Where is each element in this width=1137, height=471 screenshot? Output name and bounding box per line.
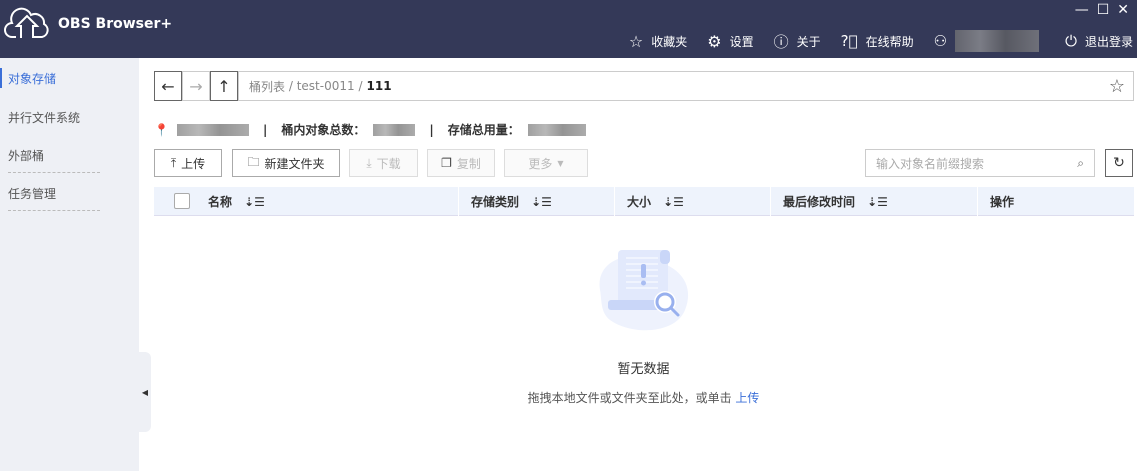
about-button[interactable]: ⓘ 关于	[774, 31, 821, 52]
empty-document-search-icon	[599, 250, 689, 331]
caret-down-icon: ▼	[557, 158, 564, 168]
sidebar-item-task-management[interactable]: 任务管理	[8, 185, 56, 202]
favorites-label: 收藏夹	[651, 34, 688, 49]
breadcrumb: 桶列表 / test-0011 /111 ☆	[238, 71, 1134, 101]
column-name[interactable]: 名称 ⇣☰	[196, 187, 458, 216]
sidebar-item-external-bucket[interactable]: 外部桶	[8, 147, 44, 164]
sort-icon[interactable]: ⇣☰	[531, 195, 552, 209]
breadcrumb-bucket[interactable]: test-0011	[297, 79, 355, 93]
location-pin-icon: 📍	[154, 122, 169, 137]
storage-usage-redacted	[527, 123, 586, 136]
search-input[interactable]: 输入对象名前缀搜索 ⌕	[865, 149, 1095, 177]
table-header: 名称 ⇣☰ 存储类别 ⇣☰ 大小 ⇣☰ 最后修改时间 ⇣☰ 操作	[154, 187, 1134, 216]
column-label: 操作	[990, 195, 1015, 209]
info-icon: ⓘ	[773, 32, 789, 51]
download-button[interactable]: ⤓ 下载	[349, 149, 418, 177]
forward-button[interactable]: →	[182, 71, 210, 101]
back-button[interactable]: ←	[154, 71, 182, 101]
sort-icon[interactable]: ⇣☰	[867, 195, 888, 209]
more-dropdown[interactable]: 更多 ▼	[504, 149, 588, 177]
upload-link[interactable]: 上传	[735, 391, 759, 405]
app-title: OBS Browser+	[58, 16, 173, 32]
sidebar-item-parallel-fs[interactable]: 并行文件系统	[8, 109, 80, 126]
sort-icon[interactable]: ⇣☰	[663, 195, 684, 209]
settings-button[interactable]: ⚙ 设置	[707, 32, 753, 51]
user-account[interactable]: ⚇	[933, 30, 1040, 52]
close-button[interactable]: ✕	[1117, 2, 1129, 18]
refresh-icon: ↻	[1113, 155, 1125, 171]
region-redacted	[176, 123, 249, 136]
select-all-checkbox[interactable]	[174, 193, 190, 209]
object-count-label: 桶内对象总数：	[281, 123, 366, 137]
active-indicator	[0, 68, 2, 88]
minimize-button[interactable]: —	[1075, 2, 1089, 18]
refresh-button[interactable]: ↻	[1105, 149, 1133, 177]
settings-label: 设置	[729, 34, 754, 49]
breadcrumb-root[interactable]: 桶列表	[249, 78, 285, 95]
column-last-modified[interactable]: 最后修改时间 ⇣☰	[770, 187, 977, 216]
download-label: 下载	[376, 156, 401, 171]
column-label: 大小	[627, 195, 652, 209]
gear-icon: ⚙	[707, 31, 722, 51]
breadcrumb-sep: /	[288, 79, 293, 93]
user-icon: ⚇	[933, 32, 948, 50]
help-button[interactable]: ?⃝ 在线帮助	[841, 32, 914, 50]
download-icon: ⤓	[366, 155, 372, 170]
help-icon: ?⃝	[840, 32, 858, 50]
empty-hint-text: 拖拽本地文件或文件夹至此处，或单击	[527, 391, 732, 405]
search-placeholder: 输入对象名前缀搜索	[876, 156, 985, 171]
upload-button[interactable]: ⤒ 上传	[154, 149, 222, 177]
object-count-redacted	[373, 123, 416, 136]
bucket-info: 📍 | 桶内对象总数： | 存储总用量：	[154, 121, 586, 138]
new-folder-label: 新建文件夹	[264, 156, 325, 171]
column-size[interactable]: 大小 ⇣☰	[614, 187, 770, 216]
new-folder-button[interactable]: 🗀 新建文件夹	[232, 149, 340, 177]
arrow-left-icon: ←	[161, 76, 175, 96]
folder-plus-icon: 🗀	[247, 154, 260, 169]
divider	[8, 172, 100, 173]
separator: |	[262, 122, 268, 137]
about-label: 关于	[796, 34, 821, 49]
upload-label: 上传	[181, 156, 206, 171]
storage-usage-label: 存储总用量：	[447, 123, 520, 137]
sidebar-item-object-storage[interactable]: 对象存储	[8, 70, 56, 87]
cloud-upload-logo-icon	[4, 7, 49, 38]
breadcrumb-current: 111	[366, 79, 392, 93]
column-label: 存储类别	[471, 195, 520, 209]
maximize-button[interactable]: ☐	[1097, 2, 1110, 18]
copy-icon: ❐	[441, 156, 452, 170]
bookmark-star-icon[interactable]: ☆	[1109, 76, 1125, 97]
divider	[8, 210, 100, 211]
column-label: 名称	[208, 195, 233, 209]
empty-hint: 拖拽本地文件或文件夹至此处，或单击 上传	[0, 389, 1137, 406]
separator: |	[429, 122, 434, 137]
title-bar: OBS Browser+ — ☐ ✕ ☆ 收藏夹 ⚙ 设置 ⓘ 关于 ?⃝ 在线帮助 ⚇…	[0, 0, 1137, 58]
power-icon: ⏻	[1065, 32, 1077, 50]
arrow-up-icon: ↑	[217, 76, 231, 96]
favorites-button[interactable]: ☆ 收藏夹	[629, 32, 687, 51]
search-icon[interactable]: ⌕	[1077, 156, 1084, 171]
logout-label: 退出登录	[1084, 34, 1133, 49]
column-storage-class[interactable]: 存储类别 ⇣☰	[458, 187, 614, 216]
column-actions: 操作	[977, 187, 1134, 216]
logout-button[interactable]: ⏻ 退出登录	[1065, 32, 1133, 50]
sidebar: 对象存储 并行文件系统 外部桶 任务管理	[0, 58, 139, 471]
arrow-right-icon: →	[189, 76, 203, 96]
sort-icon[interactable]: ⇣☰	[244, 195, 265, 209]
column-label: 最后修改时间	[783, 195, 856, 209]
empty-title: 暂无数据	[617, 362, 670, 377]
upload-icon: ⤒	[170, 155, 177, 170]
more-label: 更多	[528, 156, 553, 171]
copy-label: 复制	[456, 156, 481, 171]
star-icon: ☆	[628, 31, 644, 51]
breadcrumb-sep: /	[358, 79, 363, 93]
copy-button[interactable]: ❐ 复制	[427, 149, 495, 177]
username-redacted	[955, 30, 1040, 52]
help-label: 在线帮助	[865, 34, 914, 49]
up-button[interactable]: ↑	[210, 71, 238, 101]
